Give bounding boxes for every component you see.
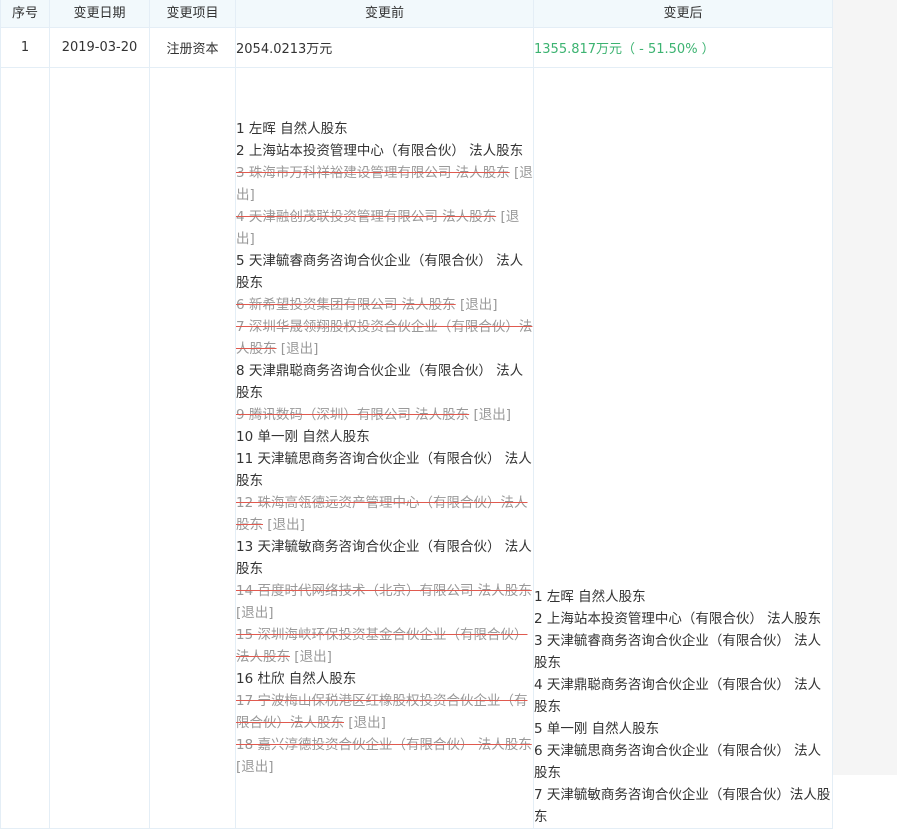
shareholder-name: 10 单一刚 自然人股东 <box>236 429 370 445</box>
shareholder-after-item: 6 天津毓思商务咨询合伙企业（有限合伙） 法人股东 <box>534 743 822 781</box>
shareholder-name: 6 新希望投资集团有限公司 法人股东 <box>236 297 456 313</box>
shareholder-before-item: 14 百度时代网络技术（北京）有限公司 法人股东 [退出] <box>236 580 533 624</box>
shareholder-name: 5 天津毓睿商务咨询合伙企业（有限合伙） 法人股东 <box>236 253 524 291</box>
shareholder-before-item: 8 天津鼎聪商务咨询合伙企业（有限合伙） 法人股东 <box>236 360 533 404</box>
shareholder-name: 2 上海站本投资管理中心（有限合伙） 法人股东 <box>236 143 524 159</box>
header-index: 序号 <box>0 0 50 28</box>
exit-tag: [退出] <box>294 649 332 665</box>
shareholder-after-item: 5 单一刚 自然人股东 <box>534 721 660 737</box>
table-row: 1 左晖 自然人股东 2 上海站本投资管理中心（有限合伙） 法人股东 3 珠海市万科… <box>0 67 833 829</box>
shareholder-name: 4 天津融创茂联投资管理有限公司 法人股东 <box>236 209 497 225</box>
exit-tag: [退出] <box>280 341 319 357</box>
shareholder-before-item: 11 天津毓思商务咨询合伙企业（有限合伙） 法人股东 <box>236 448 533 492</box>
shareholder-name: 13 天津毓敏商务咨询合伙企业（有限合伙） 法人股东 <box>236 539 532 577</box>
row-index: 1 <box>0 27 50 68</box>
header-after: 变更后 <box>533 0 833 28</box>
shareholder-name: 9 腾讯数码（深圳）有限公司 法人股东 <box>236 407 470 423</box>
shareholder-name: 18 嘉兴淳德投资合伙企业（有限合伙） 法人股东 <box>236 737 532 753</box>
shareholder-before-item: 6 新希望投资集团有限公司 法人股东 [退出] <box>236 294 533 316</box>
shareholder-after-item: 4 天津鼎聪商务咨询合伙企业（有限合伙） 法人股东 <box>534 677 822 715</box>
change-record-table: 序号 变更日期 变更项目 变更前 变更后 1 2019-03-20 注册资本 2… <box>0 0 833 829</box>
shareholder-before-item: 12 珠海高瓴德远资产管理中心（有限合伙）法人股东 [退出] <box>236 492 533 536</box>
exit-tag: [退出] <box>236 605 274 621</box>
shareholder-before-item: 5 天津毓睿商务咨询合伙企业（有限合伙） 法人股东 <box>236 250 533 294</box>
shareholder-before-item: 18 嘉兴淳德投资合伙企业（有限合伙） 法人股东 [退出] <box>236 734 533 778</box>
header-date: 变更日期 <box>49 0 150 28</box>
shareholder-before-item: 2 上海站本投资管理中心（有限合伙） 法人股东 <box>236 140 533 162</box>
shareholder-after-item: 2 上海站本投资管理中心（有限合伙） 法人股东 <box>534 611 822 627</box>
exit-tag: [退出] <box>267 517 305 533</box>
shareholders-before-cell: 1 左晖 自然人股东 2 上海站本投资管理中心（有限合伙） 法人股东 3 珠海市万科… <box>235 67 534 829</box>
shareholder-before-item: 10 单一刚 自然人股东 <box>236 426 533 448</box>
header-item: 变更项目 <box>149 0 236 28</box>
row-index <box>0 67 50 829</box>
shareholder-before-item: 15 深圳海峡环保投资基金合伙企业（有限合伙）法人股东 [退出] <box>236 624 533 668</box>
shareholders-after-list: 1 左晖 自然人股东 2 上海站本投资管理中心（有限合伙） 法人股东 3 天津毓睿商… <box>534 586 832 828</box>
shareholder-name: 15 深圳海峡环保投资基金合伙企业（有限合伙）法人股东 <box>236 627 528 665</box>
shareholder-before-item: 16 杜欣 自然人股东 <box>236 668 533 690</box>
row-item <box>149 67 236 829</box>
shareholder-after-item: 1 左晖 自然人股东 <box>534 589 646 605</box>
shareholder-before-item: 3 珠海市万科祥裕建设管理有限公司 法人股东 [退出] <box>236 162 533 206</box>
shareholder-name: 14 百度时代网络技术（北京）有限公司 法人股东 <box>236 583 532 599</box>
header-before: 变更前 <box>235 0 534 28</box>
shareholder-name: 3 珠海市万科祥裕建设管理有限公司 法人股东 <box>236 165 510 181</box>
exit-tag: [退出] <box>236 759 274 775</box>
row-date <box>49 67 150 829</box>
row-item: 注册资本 <box>149 27 236 68</box>
shareholder-before-item: 1 左晖 自然人股东 <box>236 118 533 140</box>
row-date: 2019-03-20 <box>49 27 150 68</box>
row-before-value: 2054.0213万元 <box>235 27 534 68</box>
shareholders-before-list: 1 左晖 自然人股东 2 上海站本投资管理中心（有限合伙） 法人股东 3 珠海市万科… <box>236 118 533 778</box>
shareholder-name: 8 天津鼎聪商务咨询合伙企业（有限合伙） 法人股东 <box>236 363 524 401</box>
shareholder-after-item: 3 天津毓睿商务咨询合伙企业（有限合伙） 法人股东 <box>534 633 822 671</box>
row-after-value: 1355.817万元（ - 51.50% ） <box>533 27 833 68</box>
shareholder-before-item: 7 深圳华晟领翔股权投资合伙企业（有限合伙）法人股东 [退出] <box>236 316 533 360</box>
exit-tag: [退出] <box>459 297 498 313</box>
shareholder-before-item: 9 腾讯数码（深圳）有限公司 法人股东 [退出] <box>236 404 533 426</box>
shareholder-name: 16 杜欣 自然人股东 <box>236 671 357 687</box>
exit-tag: [退出] <box>348 715 386 731</box>
shareholder-before-item: 17 宁波梅山保税港区红橡股权投资合伙企业（有限合伙）法人股东 [退出] <box>236 690 533 734</box>
right-gutter <box>832 0 897 775</box>
shareholder-before-item: 4 天津融创茂联投资管理有限公司 法人股东 [退出] <box>236 206 533 250</box>
table-header-row: 序号 变更日期 变更项目 变更前 变更后 <box>0 0 833 28</box>
shareholder-before-item: 13 天津毓敏商务咨询合伙企业（有限合伙） 法人股东 <box>236 536 533 580</box>
shareholders-after-cell: 1 左晖 自然人股东 2 上海站本投资管理中心（有限合伙） 法人股东 3 天津毓睿商… <box>533 67 833 829</box>
shareholder-name: 11 天津毓思商务咨询合伙企业（有限合伙） 法人股东 <box>236 451 532 489</box>
table-row: 1 2019-03-20 注册资本 2054.0213万元 1355.817万元… <box>0 27 833 68</box>
shareholder-name: 1 左晖 自然人股东 <box>236 121 348 137</box>
shareholder-after-item: 7 天津毓敏商务咨询合伙企业（有限合伙）法人股东 <box>534 787 831 825</box>
exit-tag: [退出] <box>473 407 512 423</box>
